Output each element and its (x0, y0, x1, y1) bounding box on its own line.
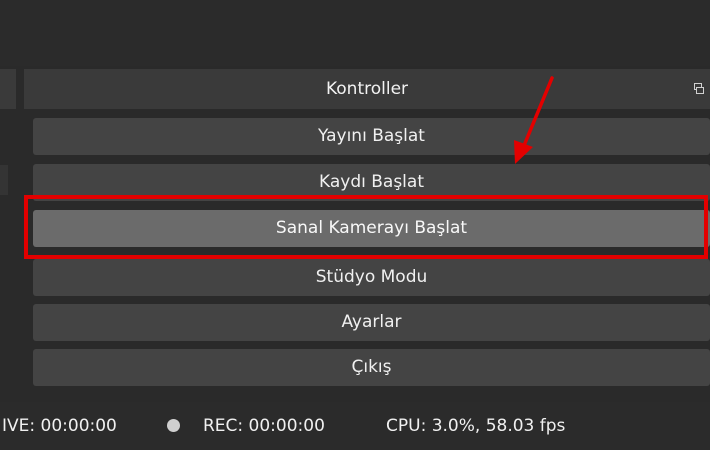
left-dock-edge (0, 165, 8, 195)
exit-button[interactable]: Çıkış (33, 349, 710, 386)
record-indicator-icon (167, 419, 180, 432)
annotation-arrow-icon (514, 76, 554, 164)
rec-timer: REC: 00:00:00 (203, 416, 325, 436)
start-stream-button[interactable]: Yayını Başlat (33, 118, 710, 155)
undock-icon[interactable] (694, 83, 704, 94)
highlight-annotation-box (24, 195, 708, 259)
live-timer: IVE: 00:00:00 (2, 416, 117, 436)
controls-dock-header: Kontroller (24, 69, 710, 109)
studio-mode-button[interactable]: Stüdyo Modu (33, 259, 710, 296)
controls-dock-title: Kontroller (325, 79, 409, 99)
settings-button[interactable]: Ayarlar (33, 304, 710, 341)
cpu-fps-readout: CPU: 3.0%, 58.03 fps (386, 416, 566, 436)
left-dock-header (0, 69, 16, 109)
top-panel-area (0, 0, 710, 66)
status-bar: IVE: 00:00:00 REC: 00:00:00 CPU: 3.0%, 5… (0, 402, 710, 450)
